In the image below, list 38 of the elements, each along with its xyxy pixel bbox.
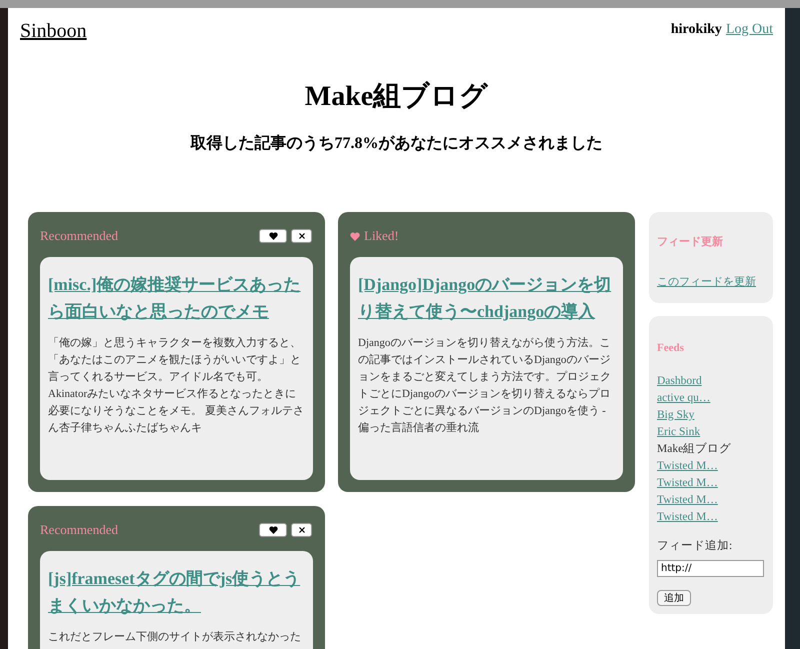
entry-title-link[interactable]: [misc.]俺の嫁推奨サービスあったら面白いなと思ったのでメモ xyxy=(48,271,305,325)
logout-link[interactable]: Log Out xyxy=(726,19,773,40)
entry-label: Recommended xyxy=(40,227,118,246)
like-button[interactable] xyxy=(259,523,287,537)
blog-title: Make組ブログ xyxy=(304,80,490,114)
recommendation-summary: 取得した記事のうち77.8%があなたにオススメされました xyxy=(189,134,604,154)
feed-link[interactable]: Twisted M… xyxy=(657,492,765,509)
feed-item[interactable]: Make組ブログ xyxy=(657,441,765,458)
feed-link[interactable]: Twisted M… xyxy=(657,509,765,526)
heart-icon xyxy=(350,232,360,240)
entry-summary: Djangoのバージョンを切り替えながら使う方法。この記事ではインストールされているDjangoのバージョンをまるごと変えてしまう方法です。プロジェクトごとにDjangoのバージョンを切り替えるならプロジェクトごとに異なるバージョンのDjangoを使う - 偏った言語信者の垂れ流 xyxy=(358,336,612,436)
feed-link[interactable]: Eric Sink xyxy=(657,424,765,441)
panel-heading: フィード更新 xyxy=(657,234,724,250)
refresh-feed-link[interactable]: このフィードを更新 xyxy=(657,276,756,288)
add-feed-label: フィード追加: xyxy=(657,538,734,554)
entry-label: Liked! xyxy=(364,227,399,246)
like-button[interactable] xyxy=(259,229,287,243)
feed-url-input[interactable]: http:// xyxy=(657,560,764,578)
panel-heading: Feeds xyxy=(657,340,685,356)
heart-icon xyxy=(268,232,278,240)
heart-icon xyxy=(268,526,278,534)
dismiss-button[interactable] xyxy=(291,523,312,537)
close-icon xyxy=(298,233,304,239)
dismiss-button[interactable] xyxy=(291,229,312,243)
add-feed-button[interactable]: 追加 xyxy=(657,590,691,606)
entry-label: Recommended xyxy=(40,521,118,540)
username: hirokiky xyxy=(670,21,722,39)
entry-summary: これだとフレーム下側のサイトが表示されなかった xyxy=(48,630,302,645)
close-icon xyxy=(298,527,304,533)
feed-link[interactable]: Twisted M… xyxy=(657,458,765,475)
feed-link[interactable]: Twisted M… xyxy=(657,475,765,492)
entry-title-link[interactable]: [js]framesetタグの間でjs使うとうまくいかなかった。 xyxy=(48,565,305,619)
site-title-link[interactable]: Sinboon xyxy=(20,16,87,46)
feed-link[interactable]: Big Sky xyxy=(657,407,765,424)
entry-title-link[interactable]: [Django]Djangoのバージョンを切り替えて使う〜chdjangoの導入 xyxy=(358,271,615,325)
entry-summary: 「俺の嫁」と思うキャラクターを複数入力すると、「あなたはこのアニメを観たほうがいいですよ」と言ってくれるサービス。アイドル名でも可。Akinatorみたいなネタサービス作るとなったときに必要になりそうなことをメモ。 夏美さんフォルテさん杏子律ちゃんふたばちゃんキ xyxy=(48,336,305,436)
feed-link[interactable]: Dashbord xyxy=(657,373,765,390)
feed-link[interactable]: active qu… xyxy=(657,390,765,407)
